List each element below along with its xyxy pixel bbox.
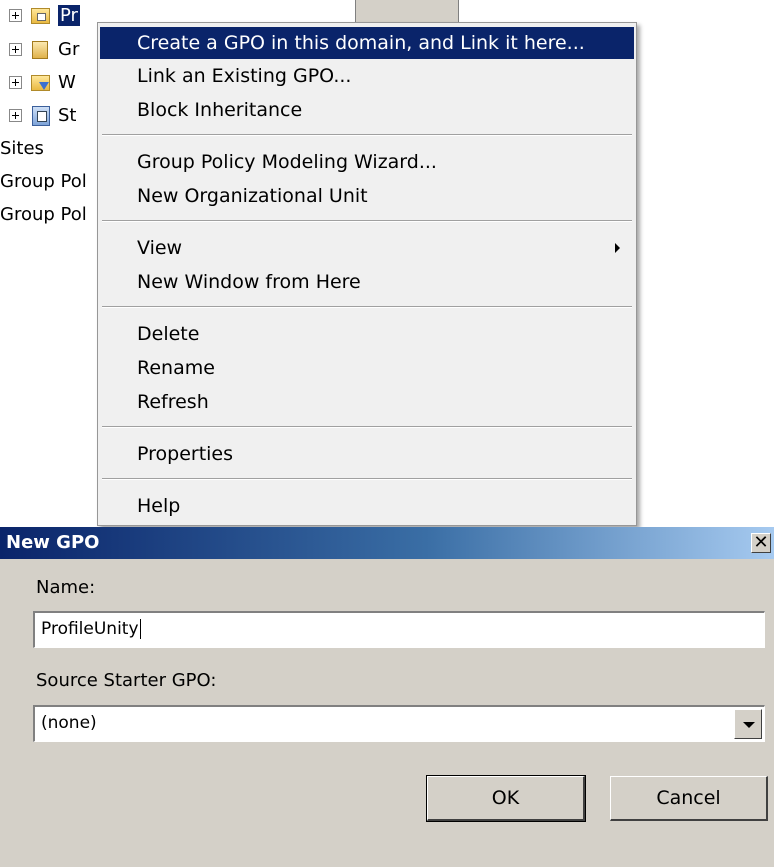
tree-item-label: Sites (0, 137, 44, 159)
menu-separator (102, 134, 632, 136)
close-icon: ✕ (753, 532, 769, 553)
ok-button[interactable]: OK (426, 775, 586, 822)
menu-item-new-ou[interactable]: New Organizational Unit (100, 180, 634, 212)
chevron-down-icon[interactable] (734, 709, 762, 739)
tree-item-label: Group Pol (0, 170, 87, 192)
expand-icon[interactable] (9, 75, 22, 89)
tree-item-starter[interactable]: St (9, 102, 76, 128)
menu-separator (102, 478, 632, 480)
dialog-titlebar[interactable]: New GPO ✕ (0, 527, 774, 559)
dialog-title: New GPO (6, 532, 100, 553)
close-button[interactable]: ✕ (751, 533, 771, 553)
text-caret (139, 619, 141, 639)
menu-item-block-inheritance[interactable]: Block Inheritance (100, 94, 634, 126)
tree-item-label: Gr (58, 38, 80, 60)
menu-item-create-gpo[interactable]: Create a GPO in this domain, and Link it… (100, 27, 634, 59)
context-menu: Create a GPO in this domain, and Link it… (97, 22, 637, 526)
tree-item-gp-modeling[interactable]: Group Pol (0, 168, 87, 194)
menu-item-help[interactable]: Help (100, 490, 634, 522)
tree-item-sites[interactable]: Sites (0, 135, 44, 161)
tree-item-label: Pr (58, 4, 80, 26)
menu-item-label: View (137, 237, 183, 259)
source-starter-gpo-select[interactable]: (none) (33, 705, 765, 742)
expand-icon[interactable] (9, 8, 22, 22)
tree-item-gpo[interactable]: Gr (9, 36, 79, 62)
expand-icon[interactable] (9, 42, 22, 56)
menu-item-new-window[interactable]: New Window from Here (100, 266, 634, 298)
name-label: Name: (36, 577, 96, 598)
source-starter-gpo-value: (none) (41, 713, 97, 733)
tree-item-label: W (58, 71, 76, 93)
submenu-arrow-icon (615, 243, 620, 253)
tree-item-label: Group Pol (0, 203, 87, 225)
tree-item-label: St (58, 104, 77, 126)
wmi-filter-icon (30, 72, 52, 92)
menu-item-link-existing-gpo[interactable]: Link an Existing GPO... (100, 60, 634, 92)
expand-icon[interactable] (9, 108, 22, 122)
menu-separator (102, 306, 632, 308)
menu-item-modeling-wizard[interactable]: Group Policy Modeling Wizard... (100, 146, 634, 178)
gpo-icon (30, 39, 52, 59)
menu-item-properties[interactable]: Properties (100, 438, 634, 470)
new-gpo-dialog: New GPO ✕ Name: ProfileUnity Source Star… (0, 527, 774, 867)
menu-item-view[interactable]: View (100, 232, 634, 264)
organizational-unit-icon (30, 5, 52, 25)
menu-item-delete[interactable]: Delete (100, 318, 634, 350)
name-input[interactable]: ProfileUnity (33, 611, 765, 648)
menu-item-rename[interactable]: Rename (100, 352, 634, 384)
tree-item-ou[interactable]: Pr (9, 2, 80, 28)
menu-item-refresh[interactable]: Refresh (100, 386, 634, 418)
starter-gpo-icon (30, 105, 52, 126)
tree-item-gp-results[interactable]: Group Pol (0, 201, 87, 227)
menu-separator (102, 220, 632, 222)
name-value: ProfileUnity (41, 619, 139, 639)
cancel-button[interactable]: Cancel (610, 776, 768, 821)
menu-separator (102, 426, 632, 428)
tree-item-wmi[interactable]: W (9, 69, 76, 95)
source-starter-gpo-label: Source Starter GPO: (36, 670, 217, 691)
